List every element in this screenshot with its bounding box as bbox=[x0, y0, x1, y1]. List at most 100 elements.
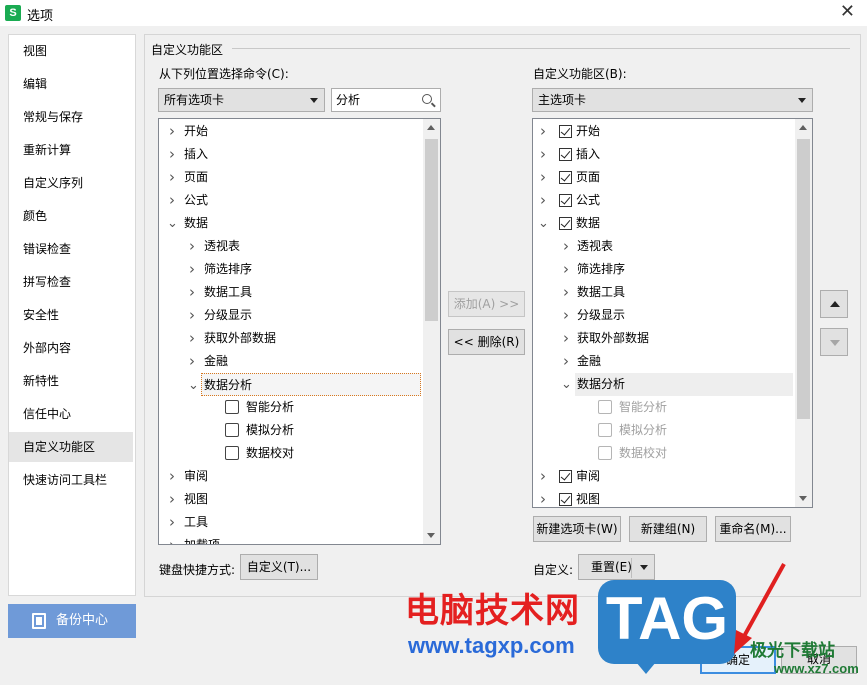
chevron-right-icon[interactable] bbox=[561, 350, 571, 373]
sidebar-item-color[interactable]: 颜色 bbox=[9, 201, 133, 231]
chevron-right-icon[interactable] bbox=[538, 120, 548, 143]
sidebar-item-custom-lists[interactable]: 自定义序列 bbox=[9, 168, 133, 198]
choose-commands-combo[interactable]: 所有选项卡 bbox=[158, 88, 325, 112]
ribbon-tabs-combo[interactable]: 主选项卡 bbox=[532, 88, 813, 112]
tree-leaf[interactable]: 智能分析 bbox=[159, 396, 423, 419]
checkbox-checked[interactable] bbox=[559, 470, 572, 483]
tree-item[interactable]: 透视表 bbox=[533, 235, 795, 258]
chevron-right-icon[interactable] bbox=[561, 304, 571, 327]
chevron-right-icon[interactable] bbox=[167, 166, 177, 189]
close-icon[interactable]: ✕ bbox=[840, 1, 855, 22]
tree-item[interactable]: 视图 bbox=[159, 488, 423, 511]
sidebar-item-trust-center[interactable]: 信任中心 bbox=[9, 399, 133, 429]
sidebar-item-spell-check[interactable]: 拼写检查 bbox=[9, 267, 133, 297]
chevron-right-icon[interactable] bbox=[187, 258, 197, 281]
sidebar-item-quick-access-toolbar[interactable]: 快速访问工具栏 bbox=[9, 465, 133, 495]
tree-item[interactable]: 分级显示 bbox=[159, 304, 423, 327]
chevron-right-icon[interactable] bbox=[167, 120, 177, 143]
chevron-right-icon[interactable] bbox=[561, 258, 571, 281]
rename-button[interactable]: 重命名(M)... bbox=[715, 516, 791, 542]
tree-item[interactable]: 金融 bbox=[159, 350, 423, 373]
tree-item[interactable]: 开始 bbox=[533, 120, 795, 143]
chevron-right-icon[interactable] bbox=[187, 327, 197, 350]
chevron-right-icon[interactable] bbox=[538, 143, 548, 166]
remove-button[interactable]: << 删除(R) bbox=[448, 329, 525, 355]
sidebar-item-error-check[interactable]: 错误检查 bbox=[9, 234, 133, 264]
sidebar-item-edit[interactable]: 编辑 bbox=[9, 69, 133, 99]
left-commands-tree[interactable]: 开始 插入 页面 公式 数据 透视表 筛选排序 数据工具 分级显示 获取外部数据… bbox=[158, 118, 441, 545]
tree-leaf[interactable]: 数据校对 bbox=[159, 442, 423, 465]
sidebar-item-general-save[interactable]: 常规与保存 bbox=[9, 102, 133, 132]
tree-item[interactable]: 数据 bbox=[159, 212, 423, 235]
chevron-down-icon[interactable] bbox=[538, 212, 548, 235]
move-down-button[interactable] bbox=[820, 328, 848, 356]
chevron-right-icon[interactable] bbox=[538, 189, 548, 212]
tree-item[interactable]: 插入 bbox=[159, 143, 423, 166]
chevron-right-icon[interactable] bbox=[167, 465, 177, 488]
tree-item-selected[interactable]: 数据分析 bbox=[201, 373, 421, 396]
right-ribbon-tree[interactable]: 开始 插入 页面 公式 数据 透视表 筛选排序 数据工具 分级显示 获取外部数据… bbox=[532, 118, 813, 508]
tree-item[interactable]: 页面 bbox=[159, 166, 423, 189]
tree-item[interactable]: 加载项 bbox=[159, 534, 423, 544]
chevron-right-icon[interactable] bbox=[167, 511, 177, 534]
scroll-up-icon[interactable] bbox=[427, 125, 435, 130]
scroll-down-icon[interactable] bbox=[427, 533, 435, 538]
chevron-right-icon[interactable] bbox=[167, 189, 177, 212]
tree-leaf[interactable]: 智能分析 bbox=[533, 396, 795, 419]
tree-item[interactable]: 视图 bbox=[533, 488, 795, 507]
tree-item[interactable]: 分级显示 bbox=[533, 304, 795, 327]
tree-item[interactable]: 获取外部数据 bbox=[533, 327, 795, 350]
tree-item[interactable]: 审阅 bbox=[533, 465, 795, 488]
tree-item-selected[interactable]: 数据分析 bbox=[575, 373, 793, 396]
chevron-down-icon[interactable] bbox=[167, 212, 177, 235]
scroll-thumb[interactable] bbox=[425, 139, 438, 321]
sidebar-item-recalculate[interactable]: 重新计算 bbox=[9, 135, 133, 165]
tree-leaf[interactable]: 数据校对 bbox=[533, 442, 795, 465]
chevron-right-icon[interactable] bbox=[538, 488, 548, 507]
chevron-right-icon[interactable] bbox=[561, 281, 571, 304]
chevron-right-icon[interactable] bbox=[538, 465, 548, 488]
tree-item[interactable]: 金融 bbox=[533, 350, 795, 373]
chevron-down-icon[interactable] bbox=[561, 373, 571, 396]
chevron-right-icon[interactable] bbox=[167, 143, 177, 166]
chevron-right-icon[interactable] bbox=[187, 235, 197, 258]
sidebar-item-external-content[interactable]: 外部内容 bbox=[9, 333, 133, 363]
tree-item[interactable]: 获取外部数据 bbox=[159, 327, 423, 350]
scroll-up-icon[interactable] bbox=[799, 125, 807, 130]
chevron-right-icon[interactable] bbox=[561, 235, 571, 258]
tree-item[interactable]: 审阅 bbox=[159, 465, 423, 488]
backup-center-button[interactable]: 备份中心 bbox=[8, 604, 136, 638]
chevron-right-icon[interactable] bbox=[167, 534, 177, 544]
tree-item[interactable]: 筛选排序 bbox=[533, 258, 795, 281]
chevron-down-icon[interactable] bbox=[188, 374, 198, 397]
right-tree-scrollbar[interactable] bbox=[795, 119, 812, 507]
chevron-right-icon[interactable] bbox=[187, 350, 197, 373]
chevron-right-icon[interactable] bbox=[167, 488, 177, 511]
search-icon[interactable] bbox=[422, 94, 432, 104]
checkbox-checked[interactable] bbox=[559, 171, 572, 184]
tree-item[interactable]: 公式 bbox=[533, 189, 795, 212]
chevron-right-icon[interactable] bbox=[561, 327, 571, 350]
new-group-button[interactable]: 新建组(N) bbox=[629, 516, 707, 542]
reset-button[interactable]: 重置(E) bbox=[578, 554, 655, 580]
move-up-button[interactable] bbox=[820, 290, 848, 318]
tree-item[interactable]: 数据工具 bbox=[159, 281, 423, 304]
sidebar-item-new-features[interactable]: 新特性 bbox=[9, 366, 133, 396]
tree-item[interactable]: 筛选排序 bbox=[159, 258, 423, 281]
tree-item[interactable]: 开始 bbox=[159, 120, 423, 143]
checkbox-checked[interactable] bbox=[559, 217, 572, 230]
scroll-down-icon[interactable] bbox=[799, 496, 807, 501]
tree-item[interactable]: 插入 bbox=[533, 143, 795, 166]
scroll-thumb[interactable] bbox=[797, 139, 810, 419]
tree-item[interactable]: 页面 bbox=[533, 166, 795, 189]
tree-leaf[interactable]: 模拟分析 bbox=[533, 419, 795, 442]
add-button[interactable]: 添加(A) >> bbox=[448, 291, 525, 317]
left-tree-scrollbar[interactable] bbox=[423, 119, 440, 544]
new-tab-button[interactable]: 新建选项卡(W) bbox=[533, 516, 621, 542]
tree-item[interactable]: 公式 bbox=[159, 189, 423, 212]
checkbox-checked[interactable] bbox=[559, 125, 572, 138]
tree-item[interactable]: 数据 bbox=[533, 212, 795, 235]
search-input[interactable]: 分析 bbox=[331, 88, 441, 112]
sidebar-item-view[interactable]: 视图 bbox=[9, 36, 133, 66]
chevron-down-icon[interactable] bbox=[640, 565, 648, 570]
